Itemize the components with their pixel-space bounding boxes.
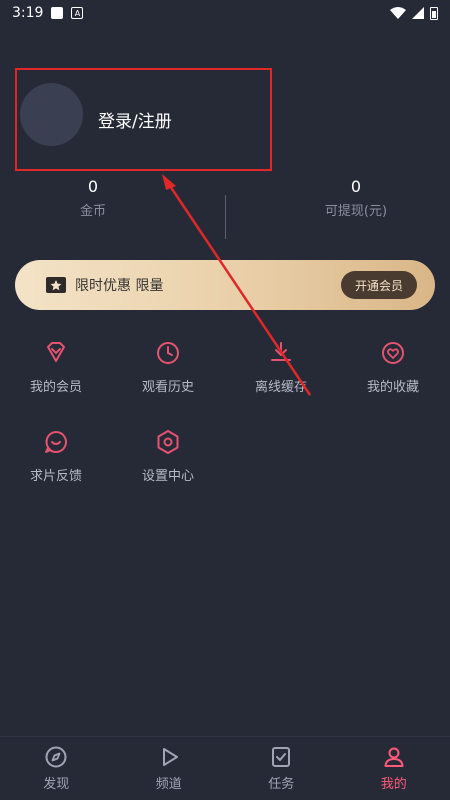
login-register-link[interactable]: 登录/注册 — [98, 107, 172, 132]
avatar[interactable] — [20, 83, 83, 146]
tab-mine[interactable]: 我的 — [338, 745, 450, 792]
stats-divider — [225, 195, 226, 239]
menu-item-settings[interactable]: 设置中心 — [112, 429, 224, 484]
menu-item-offline-cache[interactable]: 离线缓存 — [225, 340, 337, 395]
menu-item-label: 我的收藏 — [366, 380, 419, 395]
play-icon — [162, 748, 178, 766]
withdrawable-label: 可提现(元) — [324, 204, 388, 219]
user-icon — [384, 747, 404, 767]
tab-channels[interactable]: 频道 — [113, 745, 225, 792]
notification-icon — [51, 7, 64, 19]
wifi-icon — [390, 7, 406, 19]
menu-item-label: 我的会员 — [29, 380, 82, 395]
tab-label: 发现 — [43, 777, 70, 792]
chat-icon — [45, 431, 67, 453]
status-time: 3:19 — [12, 5, 44, 21]
status-bar: 3:19 A — [0, 0, 450, 26]
task-icon — [272, 747, 291, 767]
withdrawable-value: 0 — [350, 177, 362, 196]
coins-label: 金币 — [79, 204, 106, 219]
menu-item-label: 观看历史 — [141, 380, 194, 395]
coins-stat[interactable]: 0 金币 — [0, 175, 193, 219]
menu-item-my-membership[interactable]: 我的会员 — [0, 340, 112, 395]
download-icon — [271, 342, 291, 361]
settings-icon — [157, 430, 179, 454]
withdrawable-stat[interactable]: 0 可提现(元) — [256, 175, 450, 219]
tab-tasks[interactable]: 任务 — [225, 745, 337, 792]
vip-banner[interactable]: 限时优惠 限量 开通会员 — [15, 260, 435, 310]
menu-item-watch-history[interactable]: 观看历史 — [112, 340, 224, 395]
diamond-icon — [47, 342, 65, 362]
menu-item-label: 求片反馈 — [29, 469, 82, 484]
tab-label: 我的 — [380, 777, 407, 792]
coins-value: 0 — [87, 177, 99, 196]
signal-icon — [412, 7, 424, 19]
stats-row: 0 金币 0 可提现(元) — [0, 175, 450, 245]
menu-item-my-favorites[interactable]: 我的收藏 — [337, 340, 449, 395]
bottom-tab-bar: 发现 频道 任务 我的 — [0, 736, 450, 800]
app-notification-icon: A — [71, 7, 84, 19]
battery-icon — [430, 6, 438, 20]
tab-label: 任务 — [268, 777, 295, 792]
tab-label: 频道 — [155, 777, 182, 792]
compass-icon — [45, 746, 67, 768]
menu-item-label: 设置中心 — [141, 469, 194, 484]
clock-icon — [157, 342, 179, 364]
vip-promo-text: 限时优惠 限量 — [75, 278, 164, 294]
menu-item-label: 离线缓存 — [254, 380, 307, 395]
menu-item-request-feedback[interactable]: 求片反馈 — [0, 429, 112, 484]
heart-icon — [382, 342, 404, 364]
open-membership-button[interactable]: 开通会员 — [341, 271, 417, 299]
ticket-icon — [46, 277, 66, 293]
tab-discover[interactable]: 发现 — [0, 745, 112, 792]
